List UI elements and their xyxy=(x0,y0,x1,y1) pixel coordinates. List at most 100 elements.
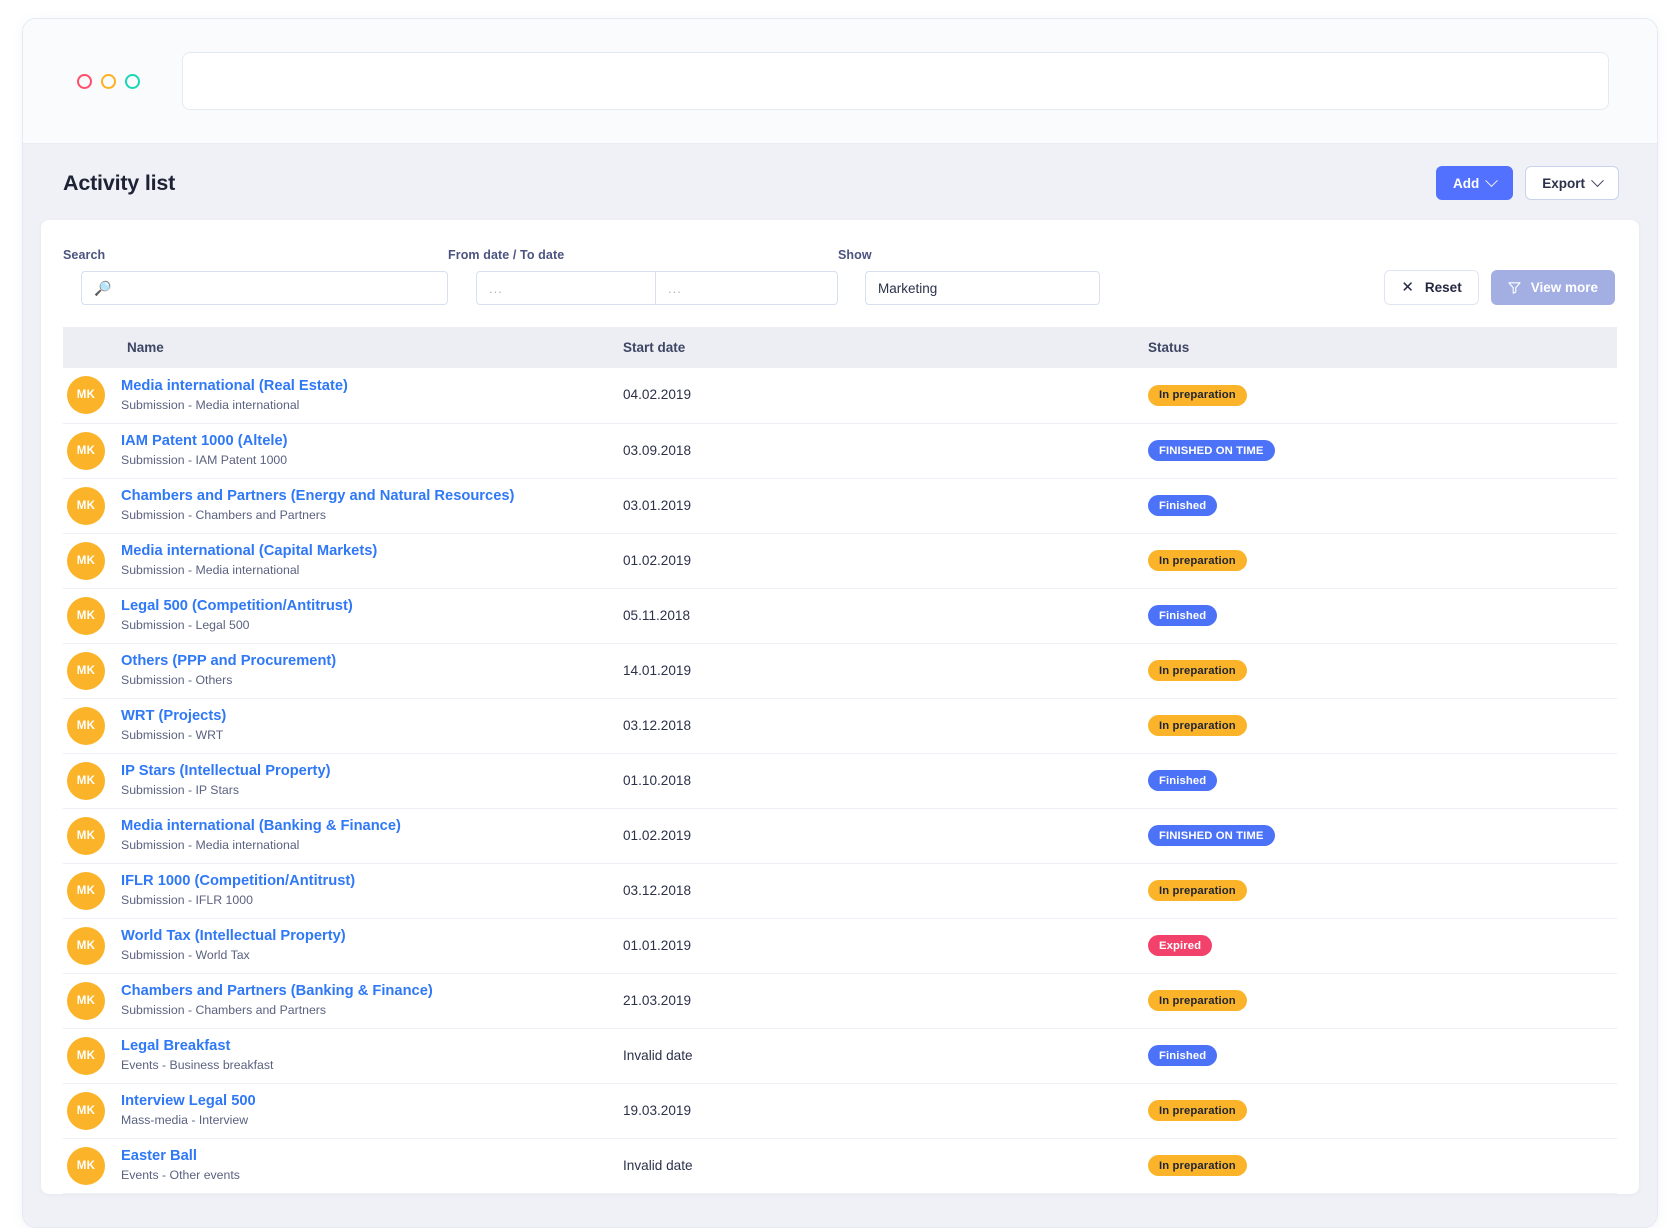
start-date-value: 03.01.2019 xyxy=(623,497,692,513)
table-row[interactable]: MK IFLR 1000 (Competition/Antitrust) Submi… xyxy=(63,863,1617,918)
cell-status: In preparation xyxy=(1148,1138,1617,1193)
name-cell: MK Others (PPP and Procurement) Submission… xyxy=(63,651,623,690)
activity-name-link[interactable]: Media international (Banking & Finance) xyxy=(121,818,401,835)
maximize-window-icon[interactable] xyxy=(125,73,140,89)
start-date-value: Invalid date xyxy=(623,1157,693,1173)
name-stack: WRT (Projects) Submission - WRT xyxy=(121,708,226,742)
activity-name-link[interactable]: WRT (Projects) xyxy=(121,708,226,725)
reset-button[interactable]: ✕ Reset xyxy=(1384,270,1479,305)
cell-start-date: 05.11.2018 xyxy=(623,588,1148,643)
name-stack: IFLR 1000 (Competition/Antitrust) Submiss… xyxy=(121,873,355,907)
cell-start-date: 01.02.2019 xyxy=(623,533,1148,588)
table-row[interactable]: MK IP Stars (Intellectual Property) Submis… xyxy=(63,753,1617,808)
activity-name-link[interactable]: Others (PPP and Procurement) xyxy=(121,653,336,670)
table-row[interactable]: MK World Tax (Intellectual Property) Submi… xyxy=(63,918,1617,973)
column-header-status[interactable]: Status xyxy=(1148,327,1617,368)
name-stack: Others (PPP and Procurement) Submission -… xyxy=(121,653,336,687)
table-row[interactable]: MK Media international (Banking & Finance… xyxy=(63,808,1617,863)
name-cell: MK Chambers and Partners (Banking & Finan… xyxy=(63,981,623,1020)
start-date-value: 03.12.2018 xyxy=(623,717,692,733)
name-stack: Chambers and Partners (Energy and Natura… xyxy=(121,488,514,522)
name-stack: Chambers and Partners (Banking & Finance… xyxy=(121,983,433,1017)
activity-name-link[interactable]: Easter Ball xyxy=(121,1148,240,1165)
start-date-value: 03.12.2018 xyxy=(623,882,692,898)
table-row[interactable]: MK Others (PPP and Procurement) Submission… xyxy=(63,643,1617,698)
status-badge: In preparation xyxy=(1148,1100,1247,1121)
activity-name-link[interactable]: World Tax (Intellectual Property) xyxy=(121,928,346,945)
table-row[interactable]: MK Chambers and Partners (Banking & Finan… xyxy=(63,973,1617,1028)
view-more-button[interactable]: View more xyxy=(1490,270,1615,305)
table-row[interactable]: MK Legal 500 (Competition/Antitrust) Submi… xyxy=(63,588,1617,643)
date-range-inputs: ... ... xyxy=(476,271,838,305)
table-row[interactable]: MK Interview Legal 500 Mass-media - Interv… xyxy=(63,1083,1617,1138)
activity-name-link[interactable]: IAM Patent 1000 (Altele) xyxy=(121,433,288,450)
start-date-value: 01.10.2018 xyxy=(623,772,692,788)
name-cell: MK Media international (Real Estate) Submi… xyxy=(63,376,623,415)
activity-name-link[interactable]: Media international (Real Estate) xyxy=(121,378,348,395)
cell-name: MK Others (PPP and Procurement) Submission… xyxy=(63,643,623,698)
cell-start-date: 21.03.2019 xyxy=(623,973,1148,1028)
cell-start-date: 03.01.2019 xyxy=(623,478,1148,533)
name-cell: MK IFLR 1000 (Competition/Antitrust) Submi… xyxy=(63,871,623,910)
column-header-start-date[interactable]: Start date xyxy=(623,327,1148,368)
table-row[interactable]: MK WRT (Projects) Submission - WRT 03.12.20… xyxy=(63,698,1617,753)
activity-name-link[interactable]: Legal Breakfast xyxy=(121,1038,273,1055)
add-button[interactable]: Add xyxy=(1435,166,1514,200)
cell-start-date: 03.09.2018 xyxy=(623,423,1148,478)
status-badge: In preparation xyxy=(1148,384,1247,406)
avatar: MK xyxy=(67,706,105,745)
table-header-row: Name Start date Status xyxy=(63,327,1617,368)
column-header-name[interactable]: Name xyxy=(63,327,623,368)
activity-subtitle: Submission - Chambers and Partners xyxy=(121,1003,327,1018)
cell-name: MK Easter Ball Events - Other events xyxy=(63,1138,623,1193)
avatar: MK xyxy=(67,431,105,470)
name-stack: Legal 500 (Competition/Antitrust) Submiss… xyxy=(121,598,353,632)
cell-name: MK Legal 500 (Competition/Antitrust) Submi… xyxy=(63,588,623,643)
start-date-value: Invalid date xyxy=(623,1047,693,1063)
avatar: MK xyxy=(67,871,105,910)
table-row[interactable]: MK Media international (Capital Markets) S… xyxy=(63,533,1617,588)
search-input[interactable]: 🔍 xyxy=(81,271,448,305)
cell-status: In preparation xyxy=(1148,368,1617,423)
export-button[interactable]: Export xyxy=(1525,166,1619,200)
to-date-input[interactable]: ... xyxy=(656,271,838,305)
table-row[interactable]: MK Media international (Real Estate) Submi… xyxy=(63,368,1617,423)
address-bar-input[interactable] xyxy=(182,52,1609,110)
cell-name: MK Legal Breakfast Events - Business break… xyxy=(63,1028,623,1083)
cell-name: MK Media international (Real Estate) Submi… xyxy=(63,368,623,423)
show-select[interactable]: Marketing xyxy=(865,271,1100,305)
from-date-input[interactable]: ... xyxy=(476,271,656,305)
cell-name: MK IAM Patent 1000 (Altele) Submission - I… xyxy=(63,423,623,478)
cell-status: Finished xyxy=(1148,478,1617,533)
filter-bar: Search 🔍 From date / To date ... ... Sho… xyxy=(63,244,1617,327)
search-field-group: Search 🔍 xyxy=(63,248,448,305)
activity-name-link[interactable]: Media international (Capital Markets) xyxy=(121,543,377,560)
table-row[interactable]: MK IAM Patent 1000 (Altele) Submission - I… xyxy=(63,423,1617,478)
cell-status: In preparation xyxy=(1148,643,1617,698)
activity-name-link[interactable]: Legal 500 (Competition/Antitrust) xyxy=(121,598,353,615)
avatar: MK xyxy=(67,651,105,690)
cell-name: MK Chambers and Partners (Banking & Finan… xyxy=(63,973,623,1028)
start-date-value: 03.09.2018 xyxy=(623,442,692,458)
page-header: Activity list Add Export xyxy=(23,144,1657,220)
name-cell: MK Easter Ball Events - Other events xyxy=(63,1146,623,1185)
activity-name-link[interactable]: IP Stars (Intellectual Property) xyxy=(121,763,331,780)
cell-start-date: Invalid date xyxy=(623,1138,1148,1193)
table-row[interactable]: MK Easter Ball Events - Other events Invali… xyxy=(63,1138,1617,1193)
cell-status: Finished xyxy=(1148,753,1617,808)
browser-chrome xyxy=(23,19,1657,144)
activity-name-link[interactable]: Interview Legal 500 xyxy=(121,1093,256,1110)
name-cell: MK Chambers and Partners (Energy and Natu… xyxy=(63,486,623,525)
activity-subtitle: Submission - Media international xyxy=(121,398,300,413)
table-row[interactable]: MK Chambers and Partners (Energy and Natu… xyxy=(63,478,1617,533)
activity-name-link[interactable]: Chambers and Partners (Banking & Finance… xyxy=(121,983,433,1000)
activity-name-link[interactable]: IFLR 1000 (Competition/Antitrust) xyxy=(121,873,355,890)
table-row[interactable]: MK Legal Breakfast Events - Business break… xyxy=(63,1028,1617,1083)
close-window-icon[interactable] xyxy=(77,73,92,89)
activity-name-link[interactable]: Chambers and Partners (Energy and Natura… xyxy=(121,488,514,505)
status-badge: FINISHED ON TIME xyxy=(1148,440,1275,461)
search-label: Search xyxy=(63,248,106,262)
minimize-window-icon[interactable] xyxy=(101,73,116,89)
avatar: MK xyxy=(67,376,105,415)
activity-subtitle: Events - Business breakfast xyxy=(121,1058,274,1073)
